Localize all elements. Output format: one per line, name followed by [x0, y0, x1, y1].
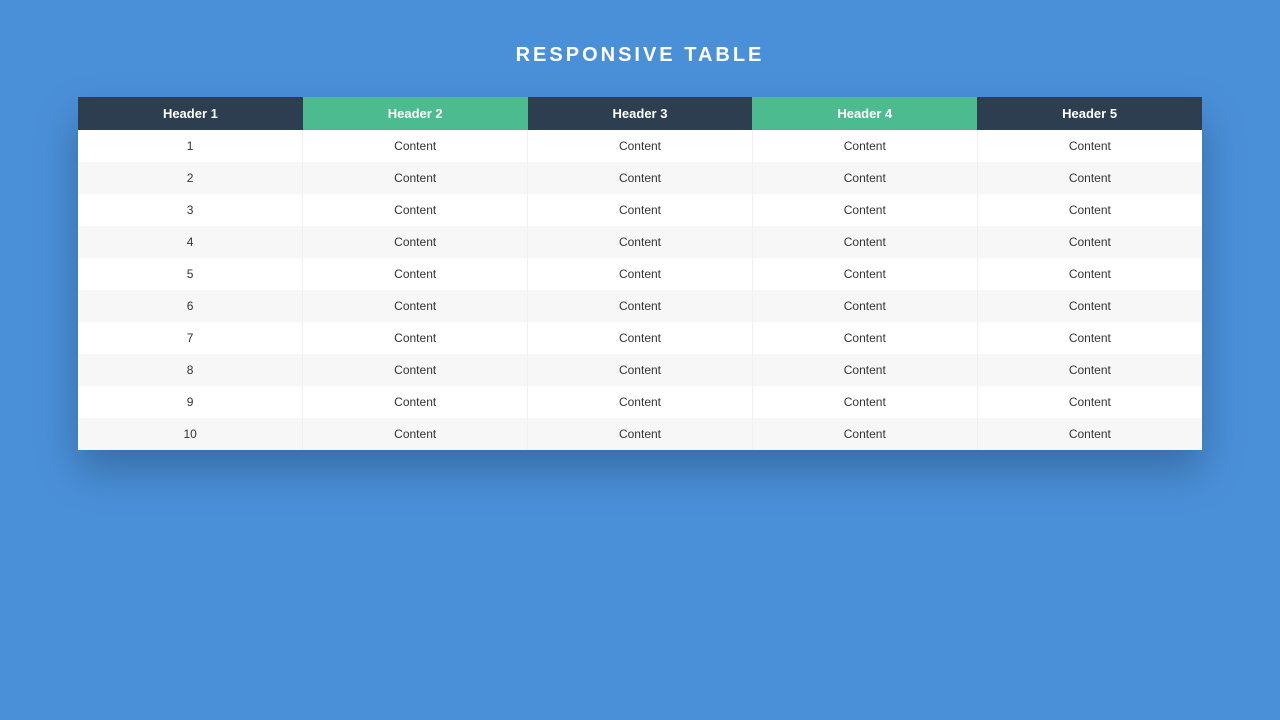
table-cell: 9	[78, 386, 303, 418]
table-cell: 5	[78, 258, 303, 290]
table-cell: Content	[977, 226, 1202, 258]
table-cell: Content	[303, 162, 528, 194]
table-cell: Content	[528, 322, 753, 354]
table-cell: Content	[528, 354, 753, 386]
table-body: 1ContentContentContentContent2ContentCon…	[78, 130, 1202, 450]
table-row: 4ContentContentContentContent	[78, 226, 1202, 258]
table-cell: Content	[752, 162, 977, 194]
page-title: RESPONSIVE TABLE	[0, 0, 1280, 97]
table-cell: Content	[977, 322, 1202, 354]
table-cell: Content	[977, 290, 1202, 322]
table-cell: Content	[528, 258, 753, 290]
table-cell: 10	[78, 418, 303, 450]
table-cell: Content	[752, 130, 977, 162]
table-cell: 6	[78, 290, 303, 322]
table-cell: Content	[303, 322, 528, 354]
table-cell: 3	[78, 194, 303, 226]
table-cell: 1	[78, 130, 303, 162]
table-cell: Content	[528, 130, 753, 162]
table-row: 2ContentContentContentContent	[78, 162, 1202, 194]
table-cell: Content	[752, 194, 977, 226]
table-row: 7ContentContentContentContent	[78, 322, 1202, 354]
table-row: 5ContentContentContentContent	[78, 258, 1202, 290]
table-head: Header 1Header 2Header 3Header 4Header 5	[78, 97, 1202, 130]
table-cell: Content	[977, 354, 1202, 386]
table-container: Header 1Header 2Header 3Header 4Header 5…	[78, 97, 1202, 450]
table-cell: Content	[752, 322, 977, 354]
table-cell: Content	[752, 226, 977, 258]
table-cell: Content	[303, 226, 528, 258]
table-cell: Content	[303, 354, 528, 386]
table-row: 1ContentContentContentContent	[78, 130, 1202, 162]
table-cell: Content	[528, 194, 753, 226]
column-header-5: Header 5	[977, 97, 1202, 130]
table-cell: Content	[303, 386, 528, 418]
table-row: 8ContentContentContentContent	[78, 354, 1202, 386]
table-cell: Content	[528, 290, 753, 322]
column-header-1: Header 1	[78, 97, 303, 130]
table-cell: 4	[78, 226, 303, 258]
table-row: 6ContentContentContentContent	[78, 290, 1202, 322]
table-cell: 2	[78, 162, 303, 194]
table-row: 3ContentContentContentContent	[78, 194, 1202, 226]
table-cell: Content	[752, 258, 977, 290]
table-cell: Content	[977, 130, 1202, 162]
table-cell: Content	[528, 226, 753, 258]
column-header-2: Header 2	[303, 97, 528, 130]
column-header-4: Header 4	[752, 97, 977, 130]
table-cell: 8	[78, 354, 303, 386]
table-cell: Content	[977, 162, 1202, 194]
table-cell: Content	[303, 418, 528, 450]
table-cell: Content	[752, 418, 977, 450]
table-cell: Content	[303, 290, 528, 322]
table-cell: Content	[752, 386, 977, 418]
table-cell: Content	[303, 258, 528, 290]
table-cell: Content	[528, 418, 753, 450]
table-cell: Content	[977, 386, 1202, 418]
table-cell: Content	[528, 162, 753, 194]
table-header-row: Header 1Header 2Header 3Header 4Header 5	[78, 97, 1202, 130]
table-cell: Content	[977, 418, 1202, 450]
table-cell: 7	[78, 322, 303, 354]
table-cell: Content	[752, 290, 977, 322]
table-cell: Content	[752, 354, 977, 386]
table-cell: Content	[303, 194, 528, 226]
data-table: Header 1Header 2Header 3Header 4Header 5…	[78, 97, 1202, 450]
column-header-3: Header 3	[528, 97, 753, 130]
table-row: 9ContentContentContentContent	[78, 386, 1202, 418]
table-cell: Content	[303, 130, 528, 162]
table-row: 10ContentContentContentContent	[78, 418, 1202, 450]
table-cell: Content	[528, 386, 753, 418]
table-cell: Content	[977, 194, 1202, 226]
table-cell: Content	[977, 258, 1202, 290]
